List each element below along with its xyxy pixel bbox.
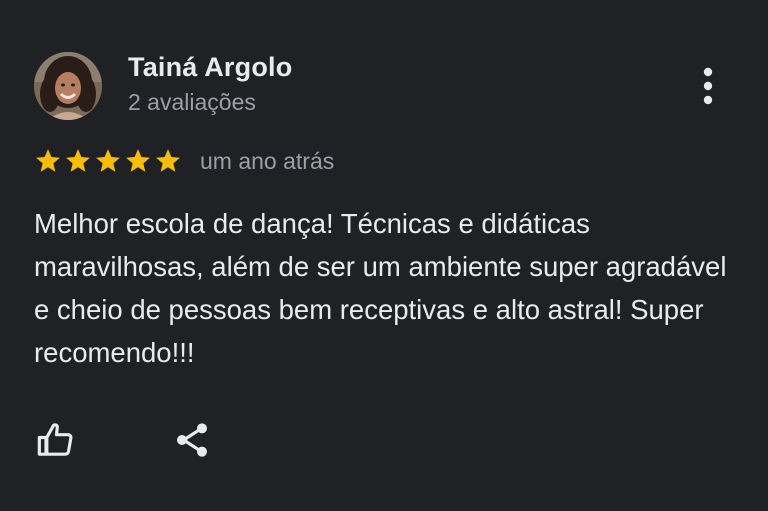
review-time: um ano atrás [200,147,335,174]
avatar-image [34,52,102,120]
star-icon [96,149,120,172]
star-rating [34,147,182,175]
star-icon [126,149,150,172]
author-name[interactable]: Tainá Argolo [128,52,292,83]
review-text: Melhor escola de dança! Técnicas e didát… [34,208,727,368]
thumb-up-icon [37,423,73,456]
rating-row: um ano atrás [34,146,334,176]
star-icon [66,149,90,172]
star-icon [36,149,60,172]
star-icon [156,149,180,172]
review-card: Tainá Argolo 2 avaliações um ano atrás M… [0,0,768,511]
more-vert-icon [703,67,713,105]
more-options-button[interactable] [690,64,726,108]
share-button[interactable] [170,418,214,462]
review-actions [34,418,214,462]
author-review-count: 2 avaliações [128,89,256,115]
share-icon [177,423,207,457]
like-button[interactable] [34,418,78,462]
avatar[interactable] [34,52,102,120]
